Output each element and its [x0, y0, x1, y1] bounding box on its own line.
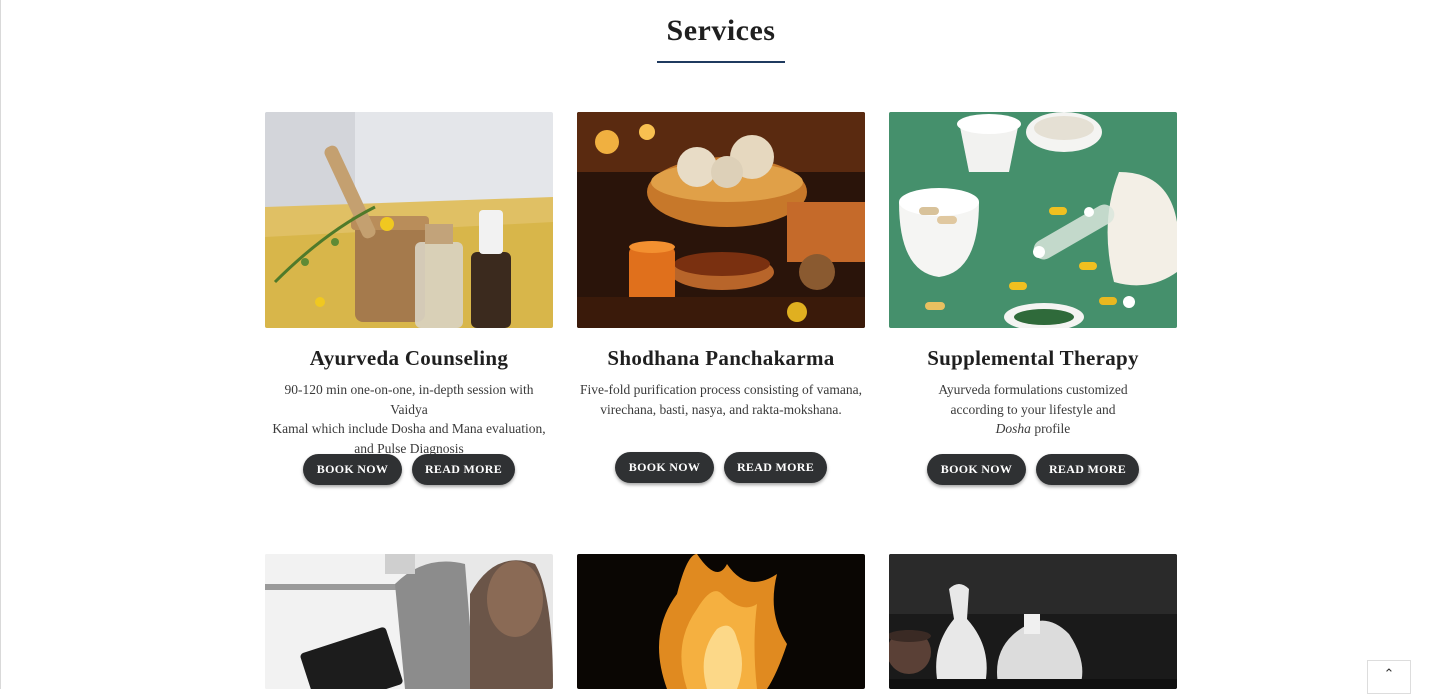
service-image-consultation-laptop[interactable]	[265, 554, 553, 689]
service-card-shodhana-panchakarma: Shodhana Panchakarma Five-fold purificat…	[577, 112, 865, 492]
service-description: 90-120 min one-on-one, in-depth session …	[272, 382, 546, 456]
service-title: Shodhana Panchakarma	[607, 346, 835, 370]
service-image-mortar-and-oils[interactable]	[265, 112, 553, 328]
service-card-row2-2	[577, 554, 865, 689]
service-card-ayurveda-counseling: Ayurveda Counseling 90-120 min one-on-on…	[265, 112, 553, 492]
service-card-supplemental-therapy: Supplemental Therapy Ayurveda formulatio…	[889, 112, 1177, 492]
service-image-capsules[interactable]	[889, 112, 1177, 328]
book-now-button[interactable]: BOOK NOW	[303, 454, 402, 485]
service-card-row2-3	[889, 554, 1177, 689]
service-title: Supplemental Therapy	[927, 346, 1139, 370]
read-more-button[interactable]: READ MORE	[724, 452, 827, 483]
chevron-up-icon: ⌃	[1383, 667, 1395, 682]
title-underline	[657, 61, 785, 63]
service-image-panchakarma-bowls[interactable]	[577, 112, 865, 328]
service-image-herbal-pouches[interactable]	[889, 554, 1177, 689]
service-image-fire[interactable]	[577, 554, 865, 689]
read-more-button[interactable]: READ MORE	[1036, 454, 1139, 485]
service-title: Ayurveda Counseling	[309, 346, 509, 370]
book-now-button[interactable]: BOOK NOW	[927, 454, 1026, 485]
section-title: Services	[666, 14, 776, 47]
book-now-button[interactable]: BOOK NOW	[615, 452, 714, 483]
service-card-row2-1	[265, 554, 553, 689]
read-more-button[interactable]: READ MORE	[412, 454, 515, 485]
service-description: Ayurveda formulations customized accordi…	[938, 382, 1128, 436]
service-description: Five-fold purification process consistin…	[580, 382, 862, 417]
